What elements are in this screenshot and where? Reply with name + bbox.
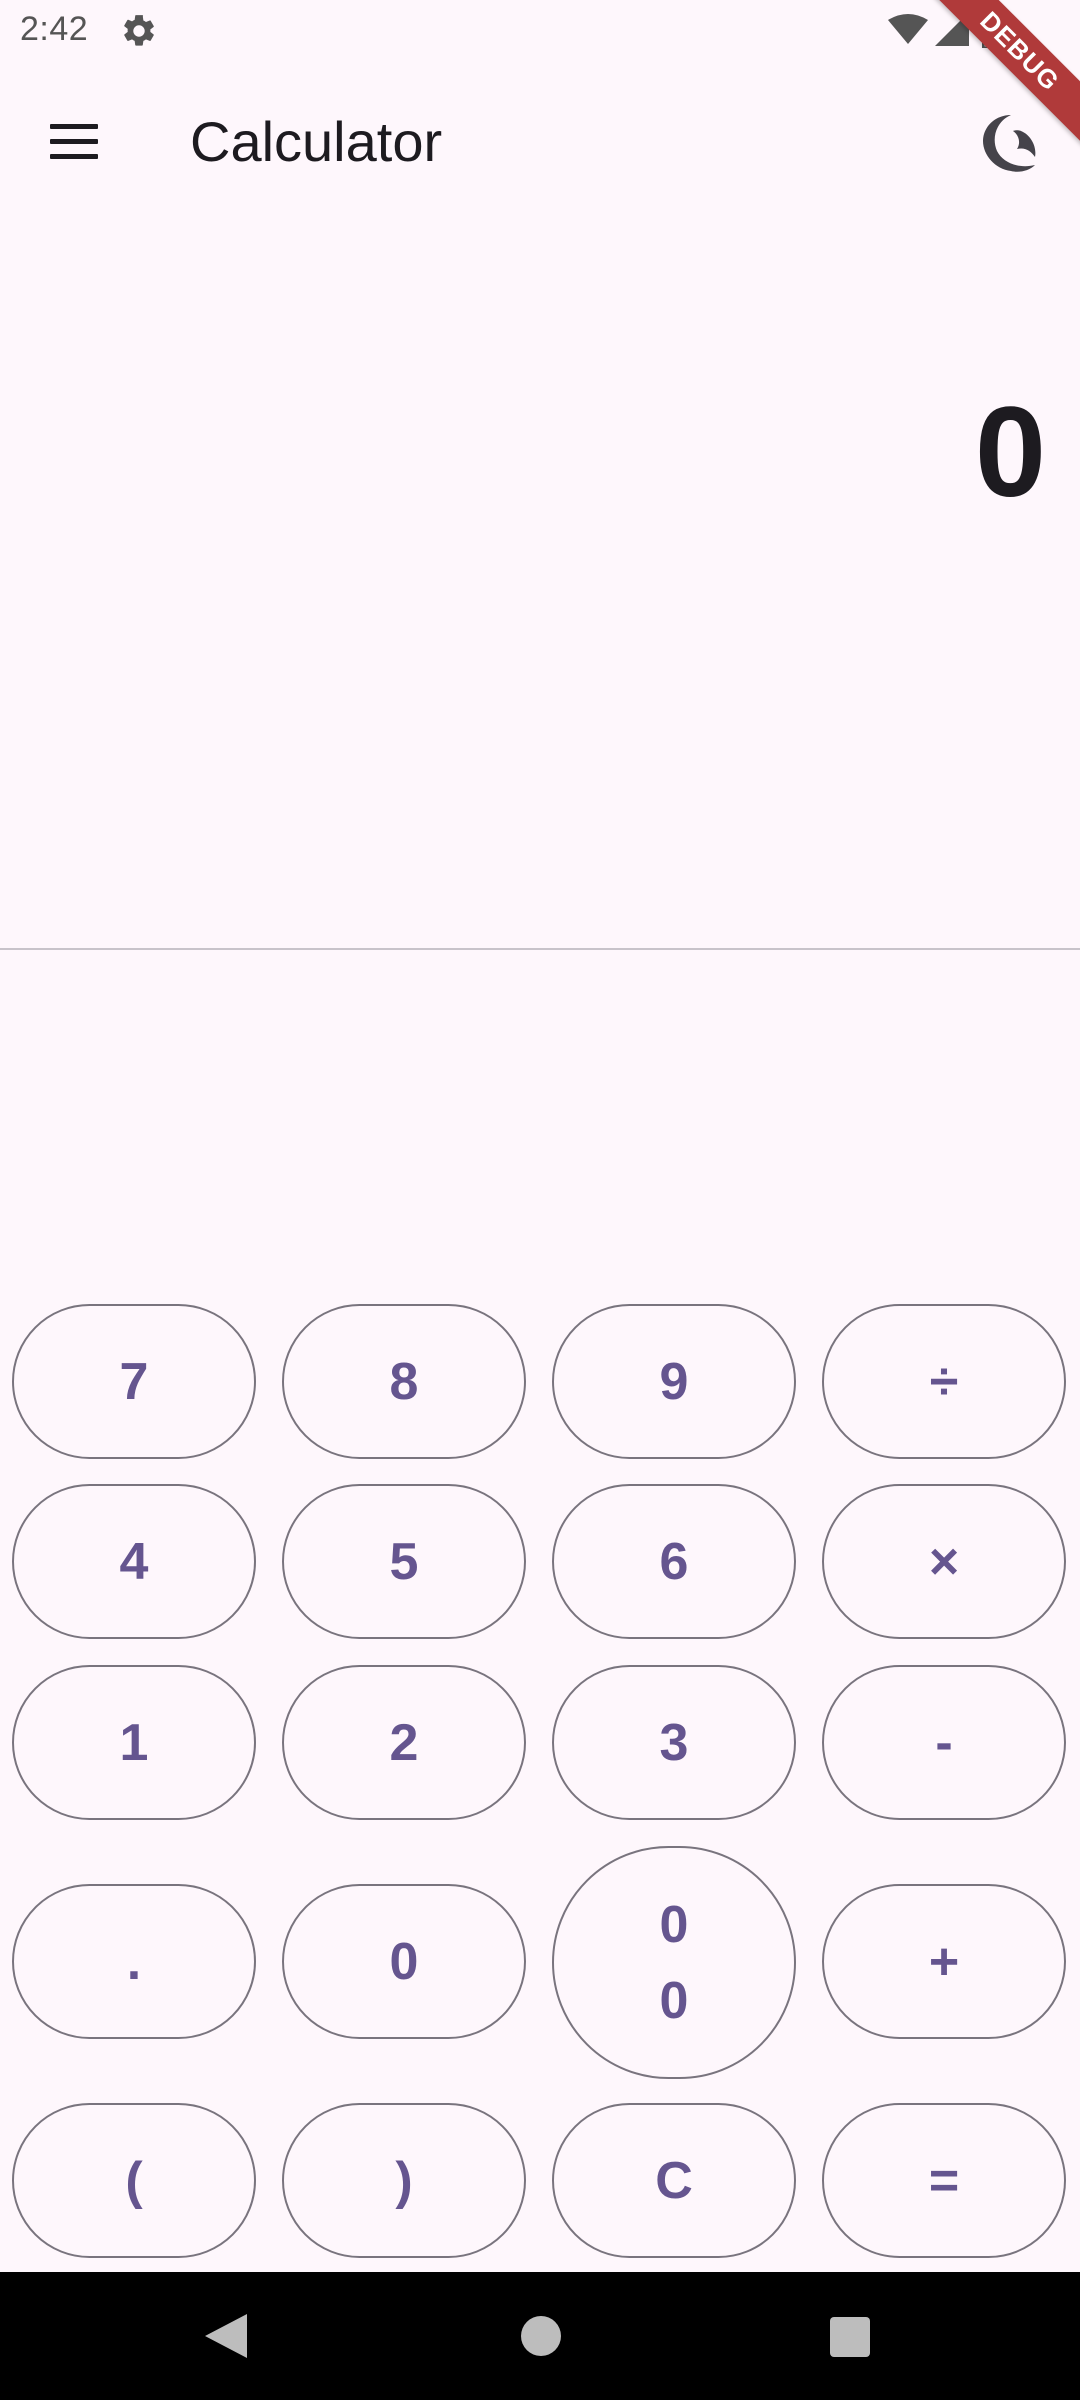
dark-mode-icon	[983, 115, 1036, 172]
hamburger-menu-icon	[50, 124, 98, 160]
key-3[interactable]: 3	[552, 1665, 796, 1820]
recents-square-icon[interactable]	[830, 2317, 870, 2357]
key-7[interactable]: 7	[12, 1304, 256, 1459]
wifi-icon	[888, 14, 928, 44]
key-1[interactable]: 1	[12, 1665, 256, 1820]
key-4[interactable]: 4	[12, 1484, 256, 1639]
key-6[interactable]: 6	[552, 1484, 796, 1639]
key-5[interactable]: 5	[282, 1484, 526, 1639]
theme-toggle-button[interactable]	[970, 102, 1050, 182]
key-equals[interactable]: =	[822, 2103, 1066, 2258]
key-clear[interactable]: C	[552, 2103, 796, 2258]
key-open-paren[interactable]: (	[12, 2103, 256, 2258]
back-triangle-icon[interactable]	[203, 2312, 249, 2360]
keypad: 7 8 9 ÷ 4 5 6 × 1 2 3 - . 0 0 0 + ( ) C …	[0, 1296, 1080, 2276]
display-area: 0	[0, 208, 1080, 948]
page-title: Calculator	[190, 110, 443, 173]
key-close-paren[interactable]: )	[282, 2103, 526, 2258]
key-double-zero-line-1: 0	[659, 1895, 689, 1954]
key-double-zero[interactable]: 0 0	[552, 1846, 796, 2079]
menu-button[interactable]	[34, 102, 114, 182]
key-decimal[interactable]: .	[12, 1884, 256, 2039]
status-time: 2:42	[20, 10, 89, 48]
key-divide[interactable]: ÷	[822, 1304, 1066, 1459]
key-double-zero-line-2: 0	[659, 1971, 689, 2030]
calculator-screen: 2:42 DEBUG Calculator 0 7 8 9 ÷ 4 5 6 × …	[0, 0, 1080, 2400]
key-multiply[interactable]: ×	[822, 1484, 1066, 1639]
key-2[interactable]: 2	[282, 1665, 526, 1820]
key-0[interactable]: 0	[282, 1884, 526, 2039]
status-bar: 2:42	[0, 0, 1080, 64]
gear-icon	[124, 15, 154, 46]
app-bar: Calculator	[0, 64, 1080, 208]
key-9[interactable]: 9	[552, 1304, 796, 1459]
home-circle-icon[interactable]	[521, 2316, 561, 2356]
key-subtract[interactable]: -	[822, 1665, 1066, 1820]
divider	[0, 948, 1080, 950]
key-add[interactable]: +	[822, 1884, 1066, 2039]
key-8[interactable]: 8	[282, 1304, 526, 1459]
system-nav-bar	[0, 2272, 1080, 2400]
display-value: 0	[974, 381, 1046, 524]
